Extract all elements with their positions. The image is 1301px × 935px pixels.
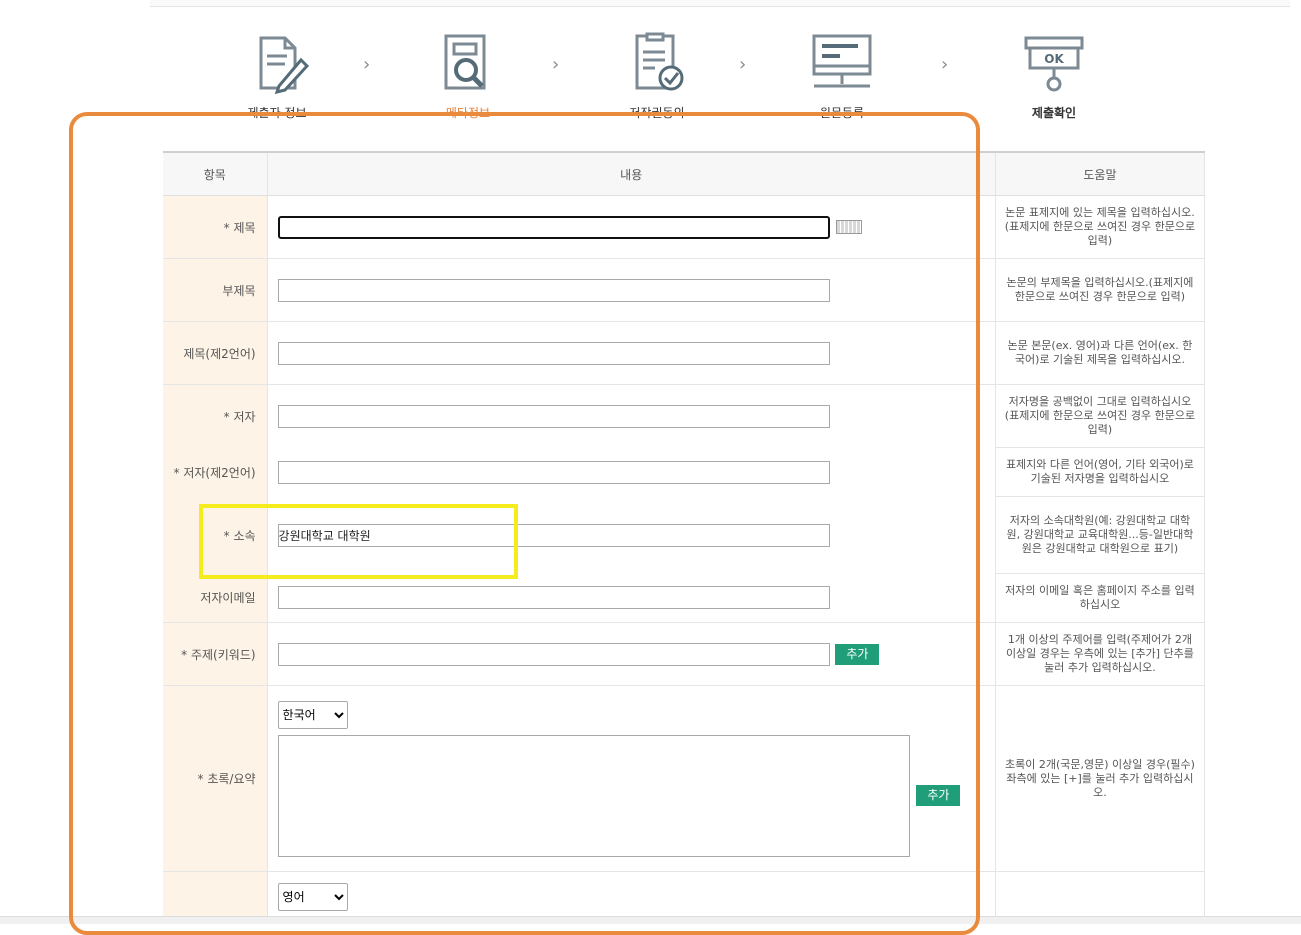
ok-stamp-icon: OK [1024,36,1084,92]
row-subtitle: 부제목 논문의 부제목을 입력하십시오.(표제지에 한문으로 쓰여진 경우 한문… [163,258,1206,322]
title-input[interactable] [277,215,830,239]
step-submit-confirm[interactable]: OK 제출확인 [984,30,1124,121]
document-magnifier-icon [444,34,486,90]
help-abstract-second [995,871,1206,922]
keyword-input[interactable] [277,642,830,666]
document-check-icon [635,32,684,91]
step-submitter-info[interactable]: 제출자 정보 [207,30,347,121]
subtitle-input[interactable] [277,278,830,302]
row-author: * 저자 저자명을 공백없이 그대로 입력하십시오(표제지에 한문으로 쓰여진 … [163,384,1206,448]
help-author: 저자명을 공백없이 그대로 입력하십시오(표제지에 한문으로 쓰여진 경우 한문… [995,384,1206,448]
email-input[interactable] [277,586,830,610]
label-subtitle: 부제목 [163,258,268,322]
label-abstract: * 초록/요약 [163,685,268,872]
chevron-right-icon: › [363,54,371,75]
row-affiliation: * 소속 저자의 소속대학원(예: 강원대학교 대학원, 강원대학교 교육대학원… [163,496,1206,574]
help-email: 저자의 이메일 혹은 홈페이지 주소를 입력하십시오 [995,573,1206,623]
step-upload-original[interactable]: 원문등록 [772,30,912,121]
help-author-second-language: 표제지와 다른 언어(영어, 기타 외국어)로 기술된 저자명을 입력하십시오 [995,447,1206,497]
header-content: 내용 [267,151,996,196]
label-email: 저자이메일 [163,573,268,623]
meta-info-form-table: 항목 내용 도움말 * 제목 논문 표제지에 있는 제목을 입력하십시오.(표제… [163,151,1206,922]
step-label: 원문등록 [819,106,865,120]
abstract-language-select[interactable]: 한국어 [277,700,348,729]
row-email: 저자이메일 저자의 이메일 혹은 홈페이지 주소를 입력하십시오 [163,573,1206,623]
label-keyword: * 주제(키워드) [163,622,268,686]
label-abstract-second [163,871,268,922]
label-author: * 저자 [163,384,268,448]
document-pencil-icon [259,36,309,94]
help-affiliation: 저자의 소속대학원(예: 강원대학교 대학원, 강원대학교 교육대학원...등-… [995,496,1206,574]
title-second-language-input[interactable] [277,341,830,365]
header-item: 항목 [163,151,268,196]
add-keyword-button[interactable]: 추가 [835,643,880,665]
label-affiliation: * 소속 [163,496,268,574]
chevron-right-icon: › [941,54,949,75]
help-title: 논문 표제지에 있는 제목을 입력하십시오.(표제지에 한문으로 쓰여진 경우 … [995,195,1206,259]
help-subtitle: 논문의 부제목을 입력하십시오.(표제지에 한문으로 쓰여진 경우 한문으로 입… [995,258,1206,322]
label-title-second-language: 제목(제2언어) [163,321,268,385]
abstract-second-language-select[interactable]: 영어 [277,882,348,911]
step-label: 저작권동의 [629,106,685,120]
svg-text:OK: OK [1044,52,1064,66]
help-title-second-language: 논문 본문(ex. 영어)과 다른 언어(ex. 한국어)로 기술된 제목을 입… [995,321,1206,385]
row-title: * 제목 논문 표제지에 있는 제목을 입력하십시오.(표제지에 한문으로 쓰여… [163,195,1206,259]
help-keyword: 1개 이상의 주제어를 입력(주제어가 2개 이상일 경우는 우측에 있는 [추… [995,622,1206,686]
browser-top-strip [150,0,1290,7]
row-abstract-second: 영어 [163,871,1206,922]
chevron-right-icon: › [739,54,747,75]
monitor-icon [812,34,872,88]
virtual-keyboard-icon[interactable] [836,220,863,234]
step-label: 메타정보 [445,106,491,120]
step-label: 제출확인 [1031,106,1077,120]
table-header-row: 항목 내용 도움말 [163,151,1206,196]
author-input[interactable] [277,404,830,428]
help-abstract: 초록이 2개(국문,영문) 이상일 경우(필수)좌측에 있는 [+]를 눌러 추… [995,685,1206,872]
row-keyword: * 주제(키워드) 추가 1개 이상의 주제어를 입력(주제어가 2개 이상일 … [163,622,1206,686]
step-meta-info[interactable]: 메타정보 [398,30,538,121]
row-abstract: * 초록/요약 한국어 추가 초록이 2개(국문,영문) 이상일 경우(필수)좌… [163,685,1206,872]
abstract-textarea[interactable] [277,734,910,857]
label-title: * 제목 [163,195,268,259]
label-author-second-language: * 저자(제2언어) [163,447,268,497]
row-title-second-language: 제목(제2언어) 논문 본문(ex. 영어)과 다른 언어(ex. 한국어)로 … [163,321,1206,385]
header-help: 도움말 [995,151,1206,196]
affiliation-input[interactable] [277,523,830,547]
add-abstract-button[interactable]: 추가 [916,785,961,806]
author-second-language-input[interactable] [277,460,830,484]
row-author-second-language: * 저자(제2언어) 표제지와 다른 언어(영어, 기타 외국어)로 기술된 저… [163,447,1206,497]
step-label: 제출자 정보 [247,106,307,120]
chevron-right-icon: › [552,54,560,75]
step-copyright-agreement[interactable]: 저작권동의 [587,30,727,121]
